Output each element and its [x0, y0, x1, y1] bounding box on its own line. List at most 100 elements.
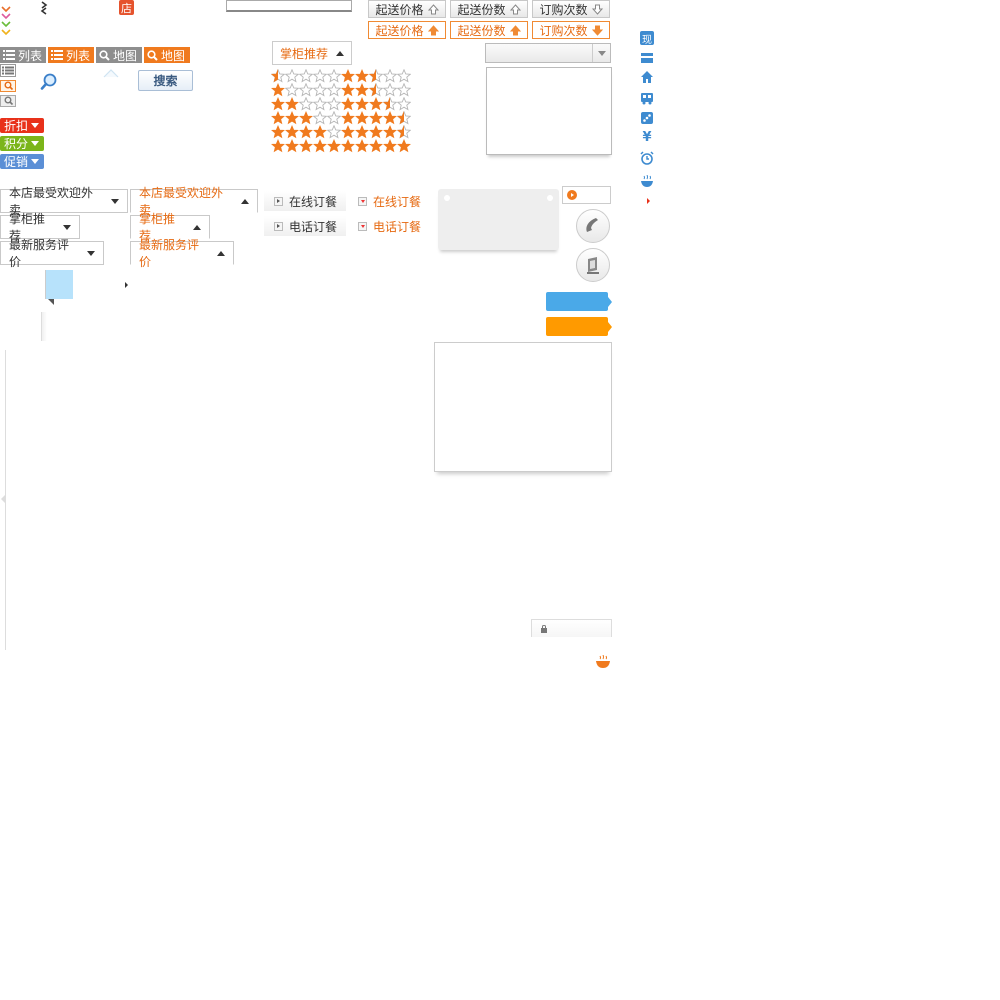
tab-list-orange-label: 列表 — [66, 48, 91, 63]
sort-button-row2-1[interactable]: 起送份数 — [450, 21, 528, 39]
bottom-small-box — [531, 619, 612, 637]
star-icon — [313, 125, 327, 139]
star-icon — [341, 69, 355, 83]
tab-map-orange[interactable]: 地图 — [144, 47, 190, 63]
search-icon[interactable] — [0, 95, 16, 107]
dropdown-tab-2[interactable]: 最新服务评价 — [0, 238, 104, 269]
phone-order-button-active[interactable]: 电话订餐 — [358, 216, 428, 236]
star-icon — [369, 111, 383, 125]
star-icon — [341, 125, 355, 139]
lock-icon — [541, 625, 547, 633]
star-icon — [341, 97, 355, 111]
caret-right-icon — [125, 282, 128, 288]
sort-button-row2-0[interactable]: 起送价格 — [368, 21, 446, 39]
star-icon — [271, 111, 285, 125]
star-rating-row — [271, 125, 411, 139]
sort-button-row2-2[interactable]: 订购次数 — [532, 21, 610, 39]
list-icon — [3, 50, 15, 60]
star-icon — [383, 139, 397, 153]
play-icon — [274, 196, 283, 206]
star-rating-row — [271, 111, 411, 125]
star-icon — [355, 111, 369, 125]
play-icon — [567, 190, 577, 200]
bowl-icon — [641, 175, 653, 187]
phone-icon[interactable] — [576, 209, 610, 243]
dropdown-tab-label: 最新服务评价 — [139, 238, 200, 269]
online-order-label: 在线订餐 — [289, 194, 338, 209]
star-icon — [369, 83, 383, 97]
sort-button-label: 起送份数 — [457, 23, 506, 38]
recommend-button[interactable]: 掌柜推荐 — [272, 41, 352, 65]
caret-up-icon — [103, 69, 119, 78]
arrow-up-icon — [509, 3, 521, 14]
star-icon — [327, 83, 341, 97]
blue-tag-button[interactable] — [546, 292, 608, 311]
star-rating-row — [271, 97, 411, 111]
left-divider-notch — [1, 495, 5, 503]
sort-button-label: 订购次数 — [539, 2, 588, 17]
star-icon — [383, 69, 397, 83]
tab-list-orange[interactable]: 列表 — [48, 47, 94, 63]
star-icon — [271, 69, 285, 83]
chevron-up-icon — [193, 224, 201, 230]
star-icon — [327, 125, 341, 139]
sort-button-label: 起送份数 — [457, 2, 506, 17]
star-icon — [313, 69, 327, 83]
star-icon — [313, 111, 327, 125]
chevron-down-icon — [87, 250, 95, 256]
star-icon — [285, 139, 299, 153]
tab-list-grey[interactable]: 列表 — [0, 47, 46, 63]
star-icon — [397, 139, 411, 153]
tag-pointer — [608, 297, 612, 307]
dropdown-tab-active-2[interactable]: 最新服务评价 — [130, 238, 234, 269]
star-icon — [299, 83, 313, 97]
sort-button-row1-1[interactable]: 起送份数 — [450, 0, 528, 18]
sort-button-row1-0[interactable]: 起送价格 — [368, 0, 446, 18]
left-divider — [5, 350, 6, 650]
chevron-down-icon — [358, 196, 367, 206]
star-icon — [397, 69, 411, 83]
tab-list-grey-label: 列表 — [18, 48, 43, 63]
dropdown-tab-label: 最新服务评价 — [9, 238, 70, 269]
computer-icon[interactable] — [576, 248, 610, 282]
arrow-down-icon — [591, 4, 603, 15]
online-order-button[interactable]: 在线订餐 — [264, 191, 346, 211]
star-icon — [383, 97, 397, 111]
star-icon — [299, 69, 313, 83]
scroll-handle[interactable] — [41, 312, 47, 341]
star-icon — [285, 69, 299, 83]
tab-map-orange-label: 地图 — [161, 48, 186, 63]
star-icon — [397, 125, 411, 139]
tag-pointer — [608, 322, 612, 332]
select-box[interactable] — [485, 43, 611, 63]
filter-badge-1[interactable]: 积分 — [0, 136, 44, 151]
search-icon[interactable] — [0, 80, 16, 92]
search-button[interactable]: 搜索 — [138, 70, 193, 91]
star-rating-row — [271, 139, 411, 153]
filter-badge-label: 积分 — [4, 137, 29, 151]
online-order-active-label: 在线订餐 — [373, 194, 422, 209]
online-order-button-active[interactable]: 在线订餐 — [358, 191, 428, 211]
note-card — [438, 189, 559, 250]
chevron-up-icon — [217, 250, 225, 256]
list-icon[interactable] — [0, 64, 16, 77]
filter-badge-label: 折扣 — [4, 119, 29, 133]
phone-order-button[interactable]: 电话订餐 — [264, 216, 346, 236]
top-input-field[interactable] — [226, 0, 352, 12]
chevron-down-icon — [597, 50, 606, 56]
star-icon — [271, 139, 285, 153]
filter-badge-0[interactable]: 折扣 — [0, 118, 44, 133]
filter-badge-label: 促销 — [4, 155, 29, 169]
orange-tag-button[interactable] — [546, 317, 608, 336]
sort-button-row1-2[interactable]: 订购次数 — [532, 0, 610, 18]
filter-badge-2[interactable]: 促销 — [0, 154, 44, 169]
star-icon — [313, 97, 327, 111]
magnifier-icon[interactable] — [40, 73, 58, 91]
yuan-icon: ¥ — [642, 129, 652, 145]
content-panel — [434, 342, 612, 472]
caret-up-icon — [336, 50, 344, 56]
arrow-down-icon — [591, 25, 603, 36]
chevron-down-icon — [111, 198, 119, 204]
play-button-box[interactable] — [562, 186, 611, 204]
tab-map-grey[interactable]: 地图 — [96, 47, 142, 63]
